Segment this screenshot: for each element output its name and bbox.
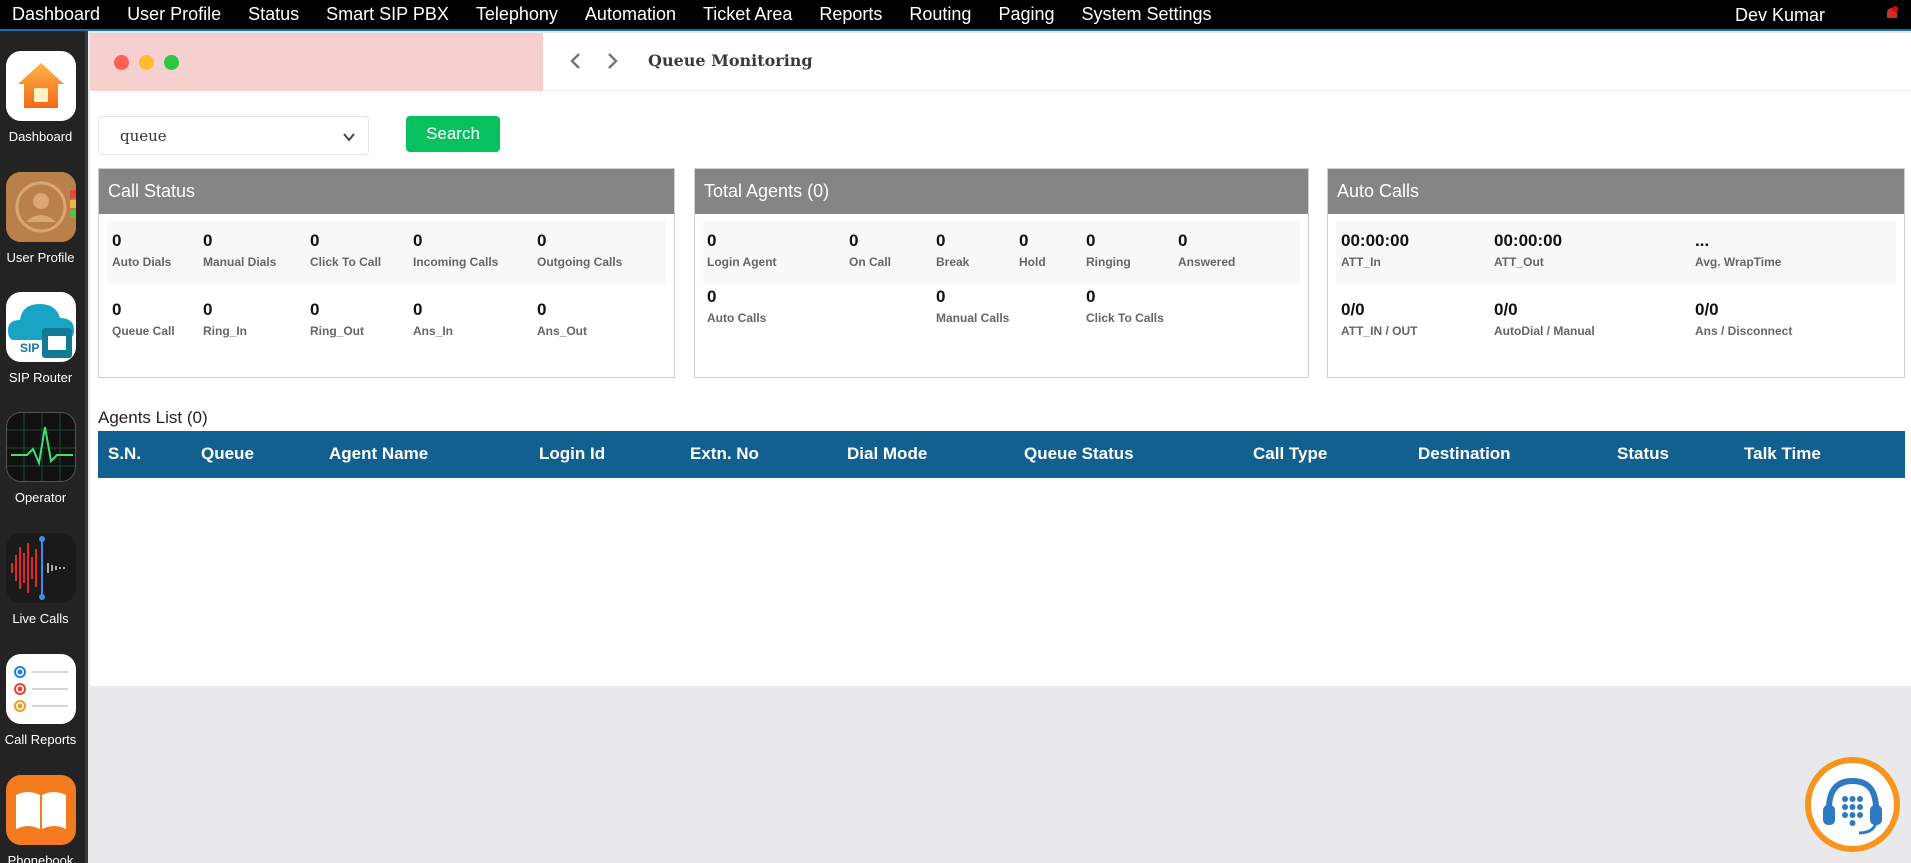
- column-header[interactable]: Destination: [1418, 444, 1511, 464]
- stat-hold: 0 Hold: [1019, 231, 1046, 269]
- book-icon: [5, 775, 76, 845]
- total-agents-title: Total Agents (0): [695, 169, 1308, 214]
- stat-ring-out: 0 Ring_Out: [310, 300, 364, 338]
- notification-bell-icon[interactable]: [1885, 6, 1899, 22]
- column-header[interactable]: Status: [1617, 444, 1669, 464]
- stat-ans-in: 0 Ans_In: [413, 300, 454, 338]
- menu-dashboard[interactable]: Dashboard: [0, 4, 115, 25]
- app-dock: Dashboard User Profile SIP SIP Router Op…: [0, 31, 88, 863]
- menu-system-settings[interactable]: System Settings: [1070, 4, 1227, 25]
- sip-router-icon: SIP: [5, 292, 76, 362]
- menu-paging[interactable]: Paging: [986, 4, 1069, 25]
- column-header[interactable]: Queue Status: [1024, 444, 1134, 464]
- dock-label: SIP Router: [8, 370, 73, 385]
- menu-status[interactable]: Status: [236, 4, 314, 25]
- stat-login-agent: 0 Login Agent: [707, 231, 777, 269]
- dock-label: Live Calls: [12, 611, 69, 626]
- forward-arrow-icon[interactable]: [602, 50, 622, 72]
- stat-break: 0 Break: [936, 231, 970, 269]
- stat-manual-dials: 0 Manual Dials: [203, 231, 277, 269]
- dock-item-phonebook[interactable]: Phonebook: [0, 775, 81, 863]
- stat-autodial-manual: 0/0 AutoDial / Manual: [1494, 300, 1595, 338]
- back-arrow-icon[interactable]: [566, 50, 586, 72]
- stat-ans-out: 0 Ans_Out: [537, 300, 588, 338]
- menu-routing[interactable]: Routing: [897, 4, 986, 25]
- total-agents-panel: Total Agents (0) 0 Login Agent 0 On Call 0…: [694, 168, 1309, 378]
- svg-text:SIP: SIP: [20, 341, 39, 355]
- column-header[interactable]: Talk Time: [1744, 444, 1821, 464]
- column-header[interactable]: Call Type: [1253, 444, 1327, 464]
- window-title: Queue Monitoring: [648, 51, 813, 70]
- column-header[interactable]: Login Id: [539, 444, 605, 464]
- stat-queue-call: 0 Queue Call: [112, 300, 175, 338]
- stat-ringing: 0 Ringing: [1086, 231, 1131, 269]
- stat-att-in-out: 0/0 ATT_IN / OUT: [1341, 300, 1418, 338]
- menu-automation[interactable]: Automation: [573, 4, 691, 25]
- agents-table-header: S.N. Queue Agent Name Login Id Extn. No …: [98, 431, 1905, 478]
- chevron-down-icon: [342, 130, 356, 144]
- dock-label: Dashboard: [8, 129, 73, 144]
- queue-monitoring-window: Queue Monitoring queue Search Call Statu…: [90, 33, 1911, 686]
- auto-calls-panel: Auto Calls 00:00:00 ATT_In 00:00:00 ATT_Ou…: [1327, 168, 1905, 378]
- stat-ring-in: 0 Ring_In: [203, 300, 247, 338]
- support-headset-button[interactable]: [1805, 757, 1900, 852]
- top-menubar: Dashboard User Profile Status Smart SIP …: [0, 0, 1911, 31]
- stat-avg-wraptime: ... Avg. WrapTime: [1695, 231, 1782, 269]
- menu-reports[interactable]: Reports: [807, 4, 897, 25]
- dock-item-call-reports[interactable]: Call Reports: [0, 654, 81, 747]
- user-name-menu[interactable]: Dev Kumar: [1735, 5, 1825, 26]
- minimize-window-button[interactable]: [139, 55, 154, 70]
- stat-click-to-call: 0 Click To Call: [310, 231, 382, 269]
- column-header[interactable]: S.N.: [108, 444, 141, 464]
- agents-list-title: Agents List (0): [98, 408, 208, 427]
- stat-answered: 0 Answered: [1178, 231, 1236, 269]
- dock-label: Operator: [14, 490, 67, 505]
- column-header[interactable]: Queue: [201, 444, 254, 464]
- queue-select[interactable]: queue: [98, 116, 369, 155]
- column-header[interactable]: Dial Mode: [847, 444, 927, 464]
- row-background: [1336, 221, 1896, 284]
- dock-item-live-calls[interactable]: Live Calls: [0, 533, 81, 626]
- queue-select-value: queue: [120, 127, 167, 145]
- dock-label: User Profile: [6, 250, 75, 265]
- maximize-window-button[interactable]: [164, 55, 179, 70]
- menu-user-profile[interactable]: User Profile: [115, 4, 236, 25]
- stat-incoming-calls: 0 Incoming Calls: [413, 231, 499, 269]
- stat-ans-disconnect: 0/0 Ans / Disconnect: [1695, 300, 1793, 338]
- stat-att-out: 00:00:00 ATT_Out: [1494, 231, 1563, 269]
- stat-auto-calls: 0 Auto Calls: [707, 287, 767, 325]
- stat-click-to-calls: 0 Click To Calls: [1086, 287, 1164, 325]
- titlebar-highlight: [90, 33, 543, 91]
- call-status-panel: Call Status 0 Auto Dials 0 Manual Dials 0C…: [98, 168, 675, 378]
- search-button[interactable]: Search: [406, 116, 500, 152]
- dock-item-dashboard[interactable]: Dashboard: [0, 51, 81, 144]
- auto-calls-title: Auto Calls: [1328, 169, 1904, 214]
- stat-att-in: 00:00:00 ATT_In: [1341, 231, 1410, 269]
- menu-smart-sip-pbx[interactable]: Smart SIP PBX: [314, 4, 464, 25]
- stat-auto-dials: 0 Auto Dials: [112, 231, 172, 269]
- dock-label: Call Reports: [4, 732, 77, 747]
- column-header[interactable]: Extn. No: [690, 444, 759, 464]
- stat-manual-calls: 0 Manual Calls: [936, 287, 1010, 325]
- dock-item-operator[interactable]: Operator: [0, 412, 81, 505]
- stat-outgoing-calls: 0 Outgoing Calls: [537, 231, 623, 269]
- activity-monitor-icon: [5, 412, 76, 482]
- close-window-button[interactable]: [114, 55, 129, 70]
- menu-telephony[interactable]: Telephony: [464, 4, 573, 25]
- home-icon: [5, 51, 76, 121]
- dock-label: Phonebook: [7, 853, 74, 863]
- stat-on-call: 0 On Call: [849, 231, 892, 269]
- reminders-icon: [5, 654, 76, 724]
- contacts-icon: [5, 172, 76, 242]
- waveform-icon: [5, 533, 76, 603]
- dock-item-user-profile[interactable]: User Profile: [0, 172, 81, 265]
- window-titlebar: Queue Monitoring: [90, 33, 1911, 91]
- menu-ticket-area[interactable]: Ticket Area: [691, 4, 807, 25]
- headset-icon: [1811, 763, 1894, 846]
- column-header[interactable]: Agent Name: [329, 444, 428, 464]
- main-menu: Dashboard User Profile Status Smart SIP …: [0, 0, 1227, 29]
- call-status-title: Call Status: [99, 169, 674, 214]
- dock-item-sip-router[interactable]: SIP SIP Router: [0, 292, 81, 385]
